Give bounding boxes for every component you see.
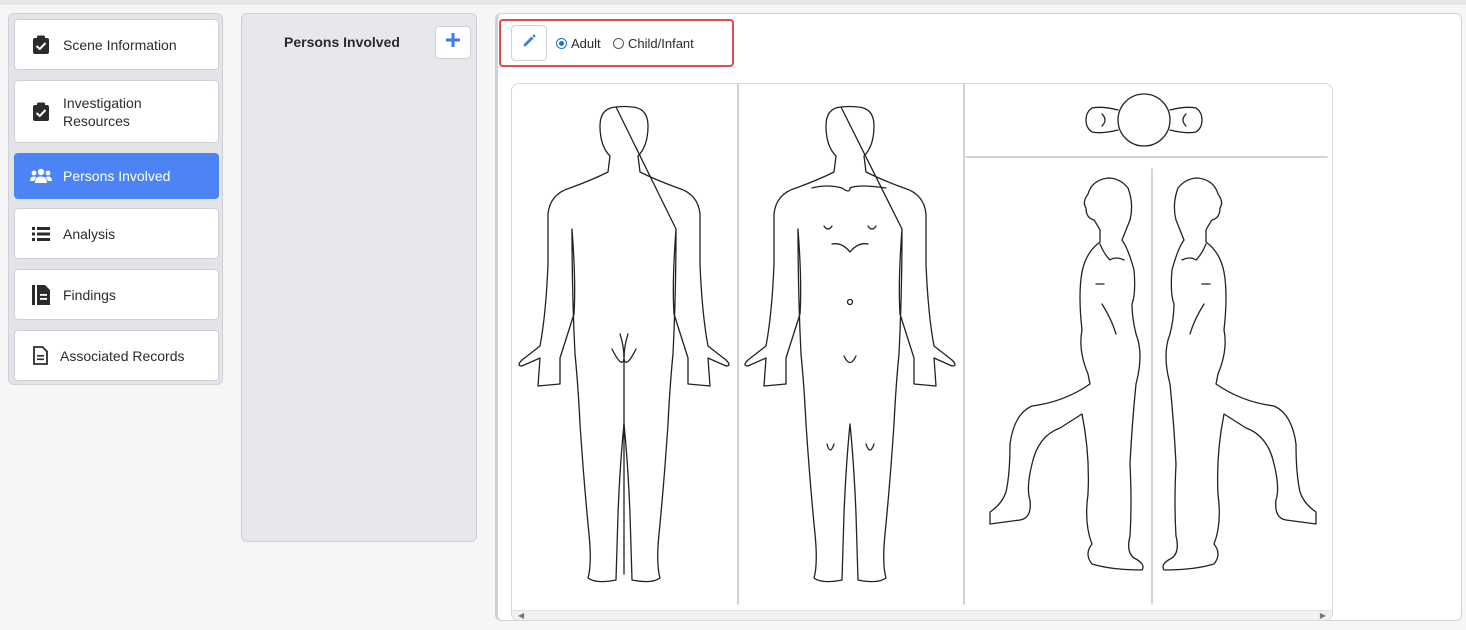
body-diagram-panel: Adult Child/Infant ◀ ▶ [495, 13, 1462, 621]
body-diagram[interactable]: ◀ ▶ [511, 83, 1333, 621]
horizontal-scrollbar[interactable]: ◀ ▶ [512, 610, 1332, 620]
radio-child-infant[interactable]: Child/Infant [613, 36, 694, 51]
body-front-view [744, 105, 956, 583]
body-left-side-view [989, 177, 1144, 571]
nav-item-label: Analysis [63, 225, 116, 242]
users-icon [30, 165, 52, 187]
nav-item-findings[interactable]: Findings [14, 269, 219, 320]
body-right-side-view [1162, 177, 1317, 571]
list-icon [30, 223, 52, 245]
clipboard-check-icon [30, 101, 52, 123]
edit-diagram-button[interactable] [511, 25, 547, 61]
nav-item-label: Investigation Resources [63, 94, 142, 129]
nav-item-scene-information[interactable]: Scene Information [14, 19, 219, 70]
add-person-button[interactable] [435, 26, 471, 59]
persons-panel: Persons Involved [241, 13, 477, 542]
radio-adult-indicator[interactable] [556, 38, 567, 49]
persons-title: Persons Involved [284, 34, 400, 50]
radio-adult-label: Adult [571, 36, 601, 51]
nav-item-label: Findings [63, 286, 116, 303]
radio-child-infant-indicator[interactable] [613, 38, 624, 49]
nav-item-investigation-resources[interactable]: Investigation Resources [14, 80, 219, 143]
file-text-icon [30, 284, 52, 306]
section-nav: Scene Information Investigation Resource… [8, 13, 223, 385]
nav-item-label: Scene Information [63, 36, 177, 53]
nav-item-associated-records[interactable]: Associated Records [14, 330, 219, 381]
document-icon [29, 345, 51, 367]
nav-item-persons-involved[interactable]: Persons Involved [14, 153, 219, 199]
nav-item-label: Associated Records [60, 347, 185, 364]
body-back-view [518, 105, 730, 583]
radio-child-infant-label: Child/Infant [628, 36, 694, 51]
scroll-left-icon[interactable]: ◀ [518, 612, 524, 620]
nav-item-label: Persons Involved [63, 168, 171, 184]
plus-icon [446, 33, 460, 52]
top-strip [0, 0, 1466, 5]
nav-item-analysis[interactable]: Analysis [14, 208, 219, 259]
pencil-icon [522, 33, 536, 53]
head-top-view [1085, 93, 1203, 147]
scroll-right-icon[interactable]: ▶ [1320, 612, 1326, 620]
clipboard-check-icon [30, 34, 52, 56]
radio-adult[interactable]: Adult [556, 36, 601, 51]
body-diagram-drawing[interactable] [512, 84, 1333, 612]
